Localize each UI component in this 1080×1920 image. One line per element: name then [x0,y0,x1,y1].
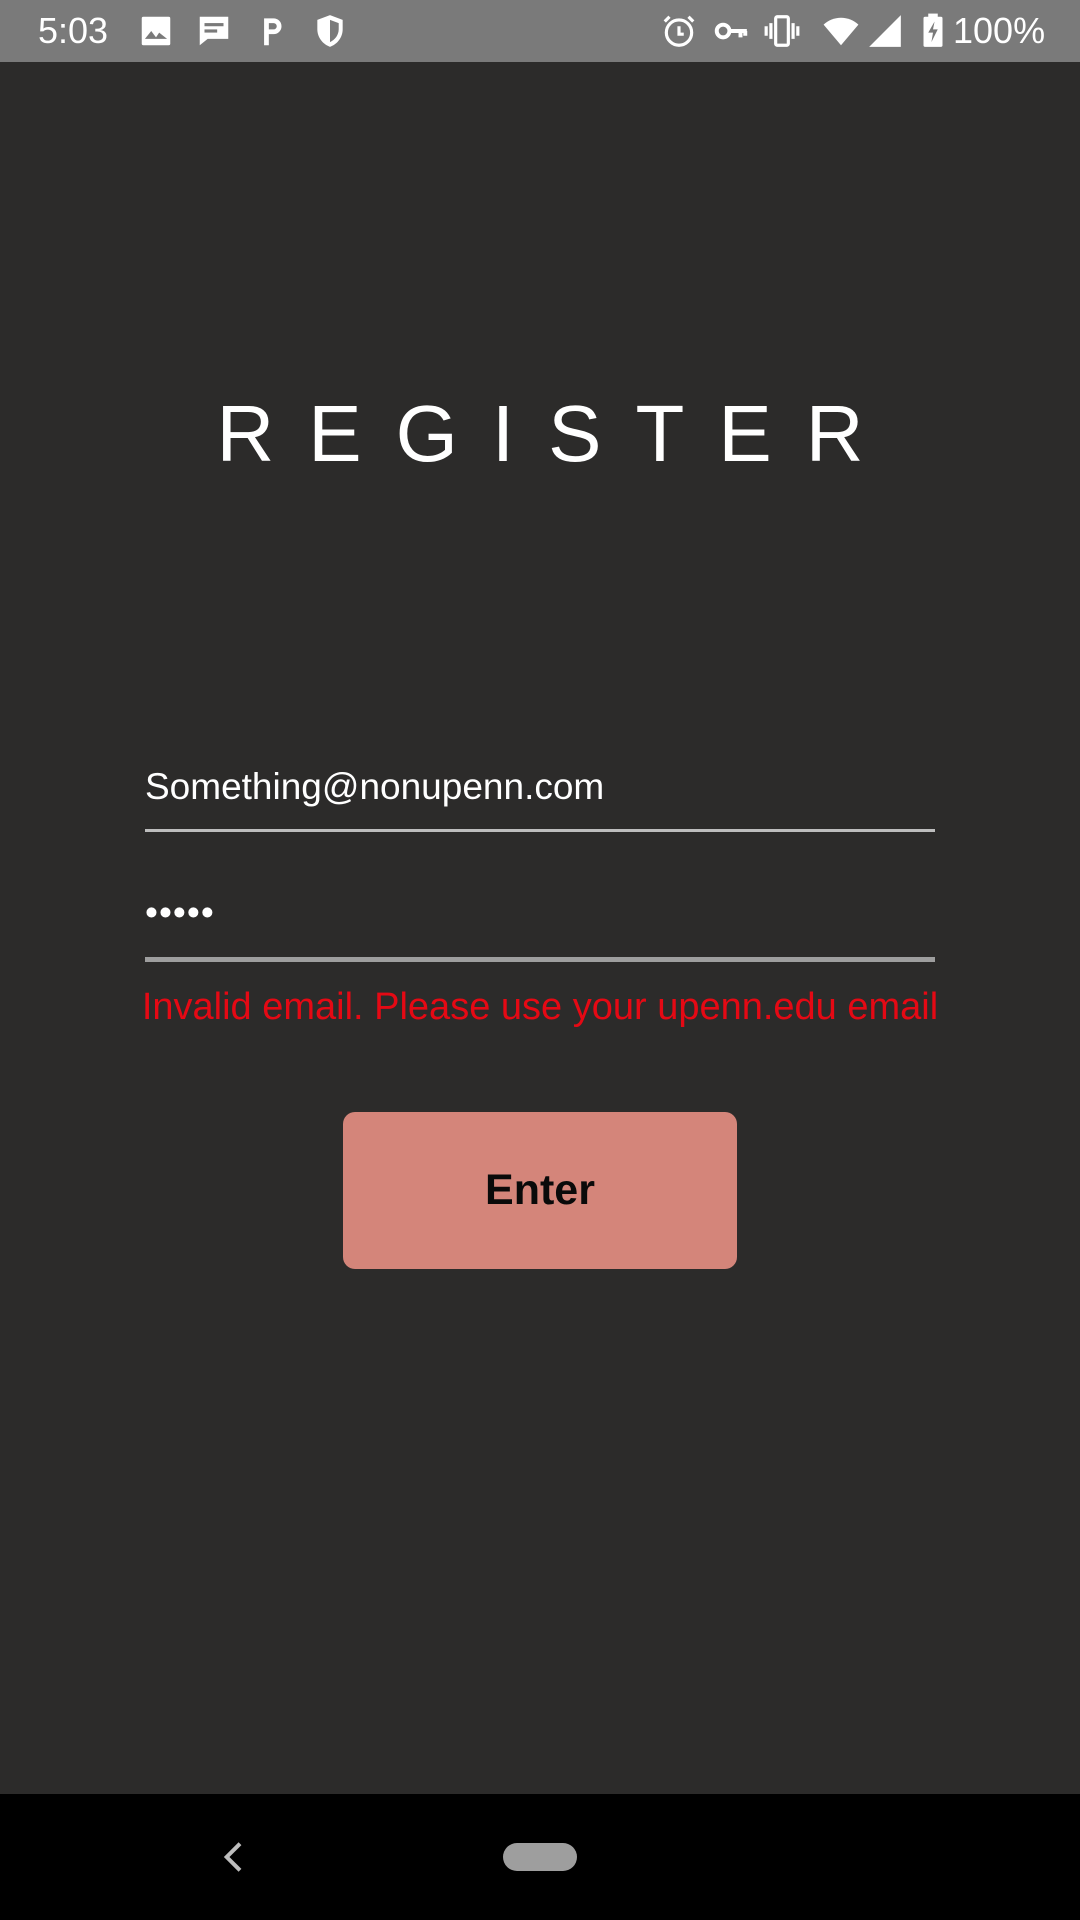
shield-icon [311,12,349,50]
image-icon [137,12,175,50]
message-icon [195,12,233,50]
key-icon [712,12,750,50]
password-field[interactable]: ••••• [145,885,935,962]
status-bar: 5:03 100% [0,0,1080,62]
vibrate-icon [763,12,801,50]
enter-button[interactable]: Enter [343,1112,737,1269]
home-pill-icon[interactable] [503,1843,577,1871]
signal-icon [866,12,904,50]
password-input[interactable]: ••••• [145,885,935,941]
battery-percentage: 100% [953,10,1046,51]
wifi-icon [822,12,860,50]
back-icon[interactable] [215,1837,255,1877]
page-title: REGISTER [216,388,898,478]
email-input[interactable] [145,759,935,815]
battery-charging-icon [914,12,952,50]
alarm-icon [660,12,698,50]
parking-icon [253,12,291,50]
email-underline [145,829,935,832]
navigation-bar [0,1794,1080,1920]
error-message: Invalid email. Please use your upenn.edu… [141,986,939,1028]
status-time: 5:03 [38,10,109,51]
email-field[interactable] [145,759,935,832]
password-underline [145,957,935,962]
